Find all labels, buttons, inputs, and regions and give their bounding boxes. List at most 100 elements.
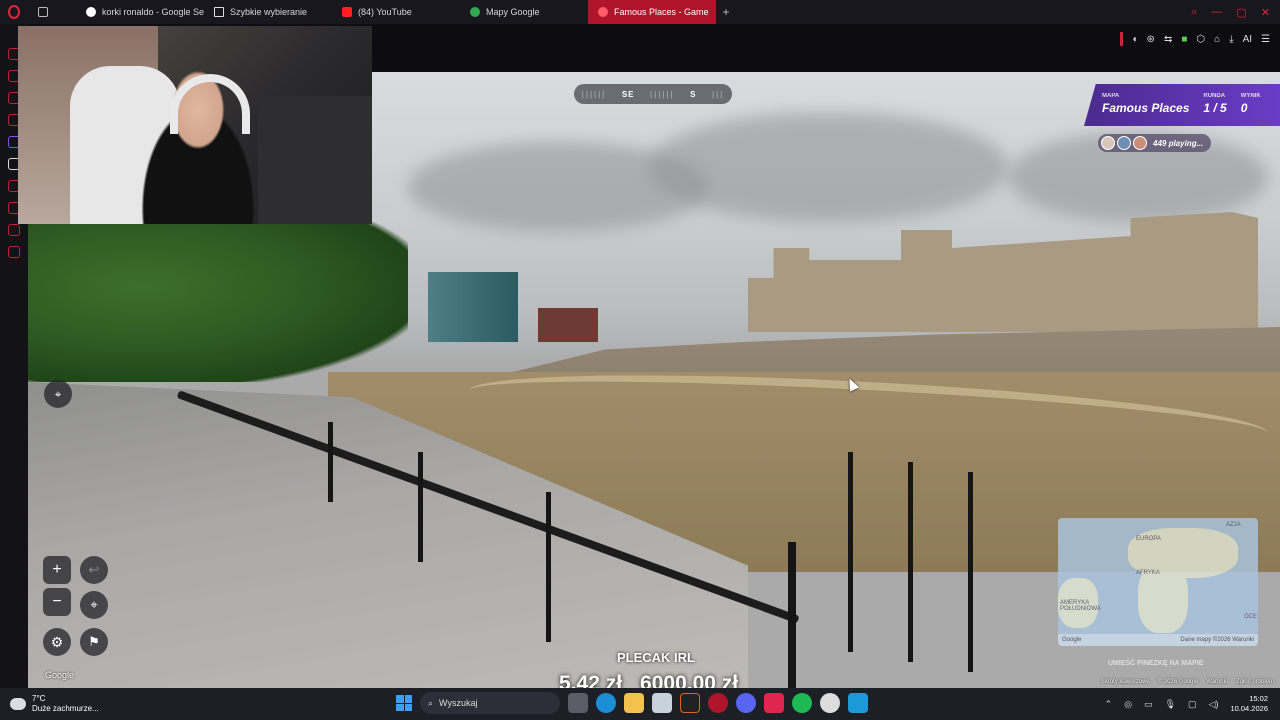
return-to-start-button[interactable]: ⌖ [80, 591, 108, 619]
tiktok-icon[interactable] [764, 693, 784, 713]
undo-button[interactable]: ↩ [80, 556, 108, 584]
map-value: Famous Places [1102, 101, 1190, 115]
audio-icon[interactable]: ◖ [1132, 34, 1138, 45]
street-view-footer: Skróty klawiszowe © 2026 Google Warunki … [1101, 679, 1274, 685]
fence-post [328, 422, 333, 502]
weather-widget[interactable]: 7°C Duże zachmurze... [0, 694, 200, 714]
discord-icon[interactable] [736, 693, 756, 713]
playing-count: 449 playing... [1153, 138, 1204, 148]
opera-logo-icon[interactable] [0, 0, 28, 24]
obs-icon[interactable]: ◎ [1124, 699, 1132, 710]
download-icon[interactable]: ⤓ [1229, 34, 1233, 45]
minimize-icon[interactable]: — [1211, 6, 1222, 19]
map-info: MAPA Famous Places [1102, 93, 1189, 115]
map-label: EUROPA [1136, 536, 1161, 542]
menu-icon[interactable]: ☰ [1261, 34, 1270, 45]
weather-text: 7°C Duże zachmurze... [32, 694, 99, 714]
browser-toolbar: ◖ ⊛ ⇆ ■ ⬡ ⌂ ⤓ AI ☰ [372, 24, 1280, 72]
start-icon[interactable] [396, 695, 412, 711]
taskbar-clock[interactable]: 15:02 10.04.2026 [1230, 694, 1268, 714]
score-label: WYNIK [1240, 93, 1261, 99]
chrome-icon[interactable] [820, 693, 840, 713]
volume-icon[interactable]: ◁) [1209, 699, 1219, 710]
weather-temp: 7°C [32, 694, 46, 703]
toolbar-divider [1119, 32, 1123, 46]
footer-link[interactable]: Zgłoś problem [1236, 679, 1274, 685]
store-icon[interactable] [652, 693, 672, 713]
brick-building [538, 308, 598, 342]
footer-link[interactable]: Skróty klawiszowe [1101, 679, 1150, 685]
compass-bar: |||||| SE |||||| S ||| [574, 84, 732, 104]
task-view-icon[interactable] [568, 693, 588, 713]
ai-button[interactable]: AI [1243, 34, 1252, 45]
avatar [1101, 136, 1115, 150]
speed-dial-icon [214, 7, 224, 17]
avatar [1117, 136, 1131, 150]
footer-link[interactable]: Warunki [1206, 679, 1228, 685]
chevron-up-icon[interactable]: ⌃ [1105, 699, 1113, 710]
avatar [1133, 136, 1147, 150]
maps-pin-icon [598, 7, 608, 17]
file-explorer-icon[interactable] [624, 693, 644, 713]
tab-youtube[interactable]: (84) YouTube [332, 0, 460, 24]
tab-label: Szybkie wybieranie [230, 7, 308, 17]
extension-icon[interactable]: ■ [1181, 34, 1187, 45]
sidebar-toggle-icon [38, 7, 48, 17]
search-icon: ⌕ [428, 697, 434, 708]
microphone-icon[interactable]: 🎙 [1165, 699, 1176, 710]
players-badge[interactable]: 449 playing... [1098, 134, 1212, 152]
network-icon[interactable]: ▭ [1144, 699, 1153, 710]
minimap-google: Google [1062, 637, 1082, 643]
webcam-overlay [18, 26, 372, 224]
display-icon[interactable]: ▢ [1188, 699, 1197, 710]
compass-heading-se: SE [621, 89, 635, 99]
tab-google-search[interactable] [28, 0, 76, 24]
app-icon[interactable] [680, 693, 700, 713]
minimap-attribution[interactable]: Dane mapy ©2026 Warunki [1180, 637, 1254, 643]
taskbar-apps: ⌕ Wyszukaj [396, 692, 868, 714]
tab-label: Mapy Google [486, 7, 540, 17]
google-logo: Google [45, 670, 75, 680]
youtube-icon [342, 7, 352, 17]
fence-post [546, 492, 551, 642]
weather-desc: Duże zachmurze... [32, 704, 99, 713]
stream-overlay-title: PLECAK IRL [617, 650, 695, 665]
tab-google-maps[interactable]: Mapy Google [460, 0, 588, 24]
spotify-icon[interactable] [792, 693, 812, 713]
new-tab-button[interactable]: + [716, 5, 736, 19]
trees [28, 222, 408, 382]
fence-post [848, 452, 853, 652]
taskbar-search[interactable]: ⌕ Wyszukaj [420, 692, 560, 714]
toolbar-icons: ◖ ⊛ ⇆ ■ ⬡ ⌂ ⤓ AI ☰ [1119, 32, 1270, 46]
compass-ticks: |||||| [581, 89, 607, 99]
office-building [428, 272, 518, 342]
tab-label: Famous Places - Game [614, 7, 709, 17]
calculator-icon[interactable] [848, 693, 868, 713]
fence-post [908, 462, 913, 662]
settings-icon[interactable] [8, 246, 20, 258]
guess-minimap[interactable]: EUROPA AFRYKA AMERYKA POŁUDNIOWA AZJA OC… [1058, 518, 1258, 646]
opera-gx-icon[interactable] [708, 693, 728, 713]
tab-famous-places[interactable]: Famous Places - Game [588, 0, 716, 24]
close-icon[interactable]: ✕ [1261, 6, 1270, 19]
translate-icon[interactable]: ⇆ [1164, 34, 1172, 45]
vpn-icon[interactable]: ⊛ [1147, 34, 1155, 45]
fence-post [788, 542, 796, 688]
footer-link: © 2026 Google [1157, 679, 1199, 685]
zoom-in-button[interactable]: + [43, 556, 71, 584]
puzzle-icon[interactable]: ⬡ [1196, 34, 1205, 45]
maximize-icon[interactable]: ▢ [1236, 6, 1246, 19]
location-pin-button[interactable]: ⌖ [44, 380, 72, 408]
wallet-icon[interactable]: ⌂ [1214, 34, 1220, 45]
minimap-footer: Google Dane mapy ©2026 Warunki [1058, 634, 1258, 646]
tab-google-search[interactable]: korki ronaldo - Google Se [76, 0, 204, 24]
tab-label: (84) YouTube [358, 7, 412, 17]
extensions-icon[interactable] [8, 224, 20, 236]
zoom-out-button[interactable]: − [43, 588, 71, 616]
search-icon[interactable]: ⌕ [1191, 6, 1197, 19]
tab-speed-dial[interactable]: Szybkie wybieranie [204, 0, 332, 24]
compass-heading-s: S [690, 89, 697, 99]
browser-tab-bar: korki ronaldo - Google Se Szybkie wybier… [0, 0, 1280, 24]
system-tray: ⌃ ◎ ▭ 🎙 ▢ ◁) 15:02 10.04.2026 [1105, 694, 1268, 714]
edge-icon[interactable] [596, 693, 616, 713]
